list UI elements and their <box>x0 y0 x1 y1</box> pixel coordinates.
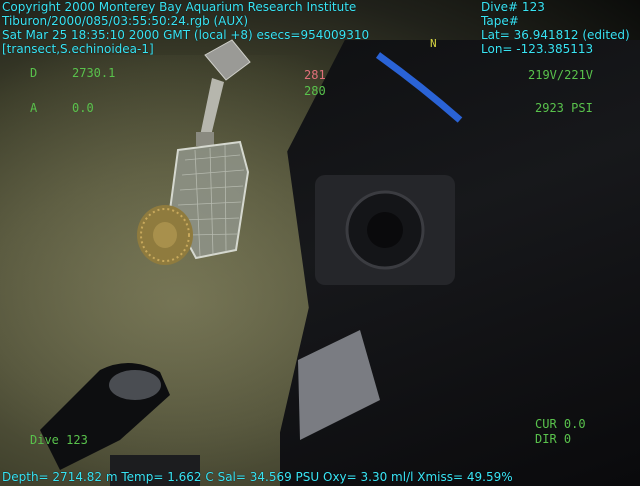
filename-line: Tiburon/2000/085/03:55:50:24.rgb (AUX) <box>2 14 249 28</box>
altitude-label: A <box>30 101 38 115</box>
hydraulic-hose <box>375 52 463 123</box>
copyright-line: Copyright 2000 Monterey Bay Aquarium Res… <box>2 0 357 14</box>
voltage-readout: 219V/221V <box>528 68 594 82</box>
camera-housing <box>298 175 455 440</box>
longitude: Lon= -123.385113 <box>481 42 594 56</box>
video-frame: Copyright 2000 Monterey Bay Aquarium Res… <box>0 0 640 486</box>
vehicle-handle <box>40 362 170 470</box>
dive-number: Dive# 123 <box>481 0 545 14</box>
heading-readout: 281 <box>304 68 326 82</box>
tape-number: Tape# <box>481 14 519 28</box>
depth-label: D <box>30 66 38 80</box>
current-readout: CUR 0.0 <box>535 417 586 431</box>
depth-readout: 2730.1 <box>72 66 116 80</box>
telemetry-bar: Depth= 2714.82 m Temp= 1.662 C Sal= 34.5… <box>2 470 513 484</box>
compass-north-marker: N <box>430 37 437 50</box>
annotation-tag: [transect,S.echinoidea-1] <box>2 42 154 56</box>
datetime-line: Sat Mar 25 18:35:10 2000 GMT (local +8) … <box>2 28 370 42</box>
latitude: Lat= 36.941812 (edited) <box>481 28 630 42</box>
altitude-readout: 0.0 <box>72 101 94 115</box>
pressure-readout: 2923 PSI <box>535 101 593 115</box>
sea-urchin <box>137 205 193 265</box>
direction-readout: DIR 0 <box>535 432 572 446</box>
heading-secondary: 280 <box>304 84 326 98</box>
dive-small-label: Dive 123 <box>30 433 88 447</box>
manipulator-arm <box>196 39 251 146</box>
